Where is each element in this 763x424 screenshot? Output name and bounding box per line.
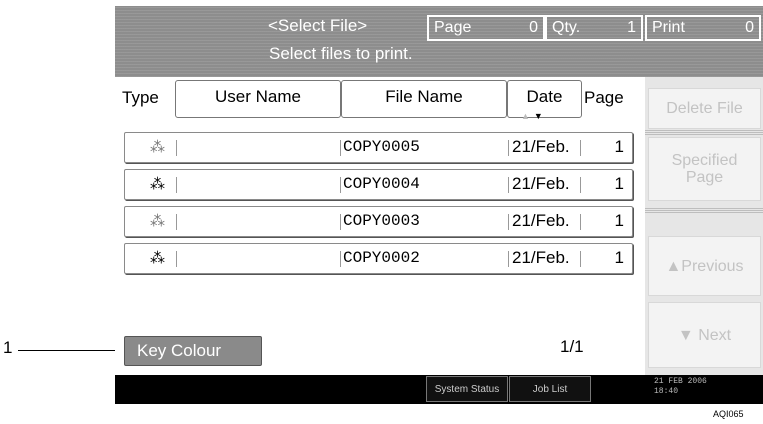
row-separator	[580, 177, 581, 193]
sort-user-name-button[interactable]: User Name	[175, 80, 341, 118]
file-name: COPY0002	[343, 249, 420, 267]
specified-page-button[interactable]: Specified Page	[648, 137, 761, 201]
delete-file-button[interactable]: Delete File	[648, 88, 761, 129]
file-date: 21/Feb.	[512, 174, 570, 193]
page-counter-value: 0	[529, 19, 538, 36]
row-separator	[580, 140, 581, 156]
callout-line	[18, 350, 122, 351]
file-pages: 1	[614, 248, 624, 267]
print-counter-label: Print	[652, 19, 685, 36]
pagination-indicator: 1/1	[560, 337, 584, 356]
screen-title: <Select File>	[268, 16, 368, 35]
file-date: 21/Feb.	[512, 211, 570, 230]
status-date: 21 FEB 2006	[654, 377, 707, 386]
page-counter-label: Page	[434, 19, 472, 36]
row-separator	[176, 140, 177, 156]
row-separator	[176, 177, 177, 193]
file-row[interactable]: ⁂ COPY0004 21/Feb. 1	[124, 169, 633, 200]
qty-counter-label: Qty.	[552, 19, 581, 36]
file-row[interactable]: ⁂ COPY0003 21/Feb. 1	[124, 206, 633, 237]
job-list-button[interactable]: Job List	[509, 376, 591, 402]
row-separator	[340, 177, 341, 193]
callout-number: 1	[3, 338, 13, 357]
right-panel-divider	[645, 208, 763, 213]
qty-counter-box: Qty. 1	[545, 15, 643, 41]
file-pages: 1	[614, 211, 624, 230]
right-panel-divider	[645, 130, 763, 135]
colour-icon: ⁂	[150, 139, 165, 156]
column-header-type: Type	[122, 88, 159, 107]
file-name: COPY0005	[343, 138, 420, 156]
page-counter-box: Page 0	[427, 15, 545, 41]
file-date: 21/Feb.	[512, 248, 570, 267]
column-header-page: Page	[584, 88, 624, 107]
row-separator	[580, 214, 581, 230]
column-header-file-name: File Name	[385, 87, 463, 106]
print-counter-box: Print 0	[645, 15, 761, 41]
system-status-button[interactable]: System Status	[426, 376, 508, 402]
specified-page-label-2: Page	[685, 169, 724, 186]
key-colour-button[interactable]: Key Colour	[124, 336, 262, 366]
file-pages: 1	[614, 137, 624, 156]
date-time-display: 21 FEB 2006 18:40	[654, 377, 707, 397]
row-separator	[580, 251, 581, 267]
row-separator	[340, 214, 341, 230]
column-header-date: Date	[526, 87, 563, 106]
file-name: COPY0003	[343, 212, 420, 230]
black-white-icon: ⁂	[150, 250, 165, 267]
sort-file-name-button[interactable]: File Name	[341, 80, 507, 118]
next-button[interactable]: ▼ Next	[648, 302, 761, 368]
print-counter-value: 0	[745, 19, 754, 36]
figure-id: AQI065	[713, 409, 744, 419]
row-separator	[340, 251, 341, 267]
file-pages: 1	[614, 174, 624, 193]
row-separator	[176, 251, 177, 267]
row-separator	[508, 251, 509, 267]
file-date: 21/Feb.	[512, 137, 570, 156]
column-header-user-name: User Name	[215, 87, 301, 106]
row-separator	[340, 140, 341, 156]
row-separator	[508, 214, 509, 230]
file-row[interactable]: ⁂ COPY0002 21/Feb. 1	[124, 243, 633, 274]
previous-button[interactable]: ▲Previous	[648, 236, 761, 296]
black-white-icon: ⁂	[150, 176, 165, 193]
row-separator	[508, 177, 509, 193]
row-separator	[176, 214, 177, 230]
colour-icon: ⁂	[150, 213, 165, 230]
status-time: 18:40	[654, 387, 679, 396]
qty-counter-value: 1	[627, 19, 636, 36]
file-name: COPY0004	[343, 175, 420, 193]
sort-direction-icon: ▲▼	[521, 111, 547, 121]
specified-page-label-1: Specified	[671, 152, 738, 169]
screen-subtitle: Select files to print.	[269, 44, 413, 63]
file-row[interactable]: ⁂ COPY0005 21/Feb. 1	[124, 132, 633, 163]
row-separator	[508, 140, 509, 156]
